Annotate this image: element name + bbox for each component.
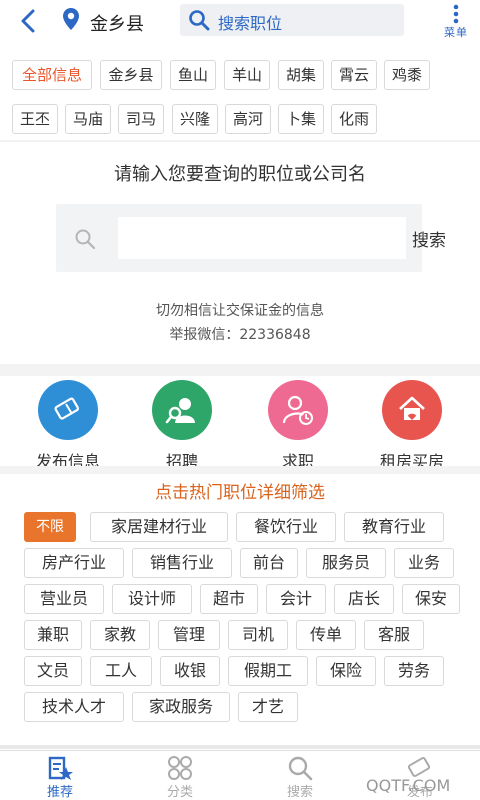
region-tag[interactable]: 羊山	[224, 60, 270, 90]
region-tag[interactable]: 王丕	[12, 104, 58, 134]
job-tag[interactable]: 店长	[334, 584, 394, 614]
search-prompt: 请输入您要查询的职位或公司名	[114, 164, 366, 185]
region-tag[interactable]: 霄云	[331, 60, 377, 90]
region-tag-all[interactable]: 全部信息	[12, 60, 92, 90]
job-tag[interactable]: 管理	[158, 620, 220, 650]
region-tag[interactable]: 金乡县	[100, 60, 162, 90]
quick-action-housing[interactable]: 租房买房	[362, 380, 462, 472]
job-tag[interactable]: 才艺	[238, 692, 298, 722]
search-icon	[288, 756, 313, 781]
nav-label: 搜索	[286, 785, 313, 800]
section-separator	[0, 364, 480, 376]
search-icon	[75, 229, 96, 250]
job-tag[interactable]: 收银	[160, 656, 220, 686]
search-input[interactable]: 搜索职位	[180, 4, 404, 36]
hot-jobs-title: 点击热门职位详细筛选	[155, 483, 325, 503]
job-tag[interactable]: 传单	[296, 620, 356, 650]
more-vertical-icon	[453, 4, 459, 24]
job-tag[interactable]: 家政服务	[132, 692, 230, 722]
report-contact: 举报微信：22336848	[169, 327, 311, 343]
job-tag[interactable]: 技术人才	[24, 692, 124, 722]
region-tag[interactable]: 兴隆	[172, 104, 218, 134]
job-search-box: 搜索	[56, 204, 446, 272]
search-icon	[189, 10, 210, 31]
region-tag[interactable]: 化雨	[331, 104, 377, 134]
person-clock-icon	[268, 380, 328, 440]
safety-warning: 切勿相信让交保证金的信息	[156, 303, 324, 319]
region-tag[interactable]: 马庙	[65, 104, 111, 134]
nav-label: 分类	[166, 785, 193, 800]
job-tag[interactable]: 劳务	[384, 656, 444, 686]
content-divider	[0, 745, 480, 749]
job-tag[interactable]: 餐饮行业	[236, 512, 336, 542]
watermark: QQTF.COM	[366, 776, 451, 795]
quick-action-post[interactable]: 发布信息	[18, 380, 118, 472]
section-separator	[0, 466, 480, 474]
region-tag[interactable]: 高河	[225, 104, 271, 134]
job-tag[interactable]: 客服	[364, 620, 424, 650]
job-tag[interactable]: 司机	[228, 620, 288, 650]
job-tag[interactable]: 工人	[90, 656, 152, 686]
region-tag[interactable]: 司马	[118, 104, 164, 134]
job-tag[interactable]: 假期工	[228, 656, 308, 686]
job-tag[interactable]: 业务	[394, 548, 454, 578]
region-tag[interactable]: 鸡黍	[384, 60, 430, 90]
nav-tab-recommend[interactable]: 推荐	[0, 755, 120, 800]
category-icon	[168, 756, 192, 780]
job-tag[interactable]: 兼职	[24, 620, 82, 650]
job-tag[interactable]: 家教	[90, 620, 150, 650]
region-tag[interactable]: 胡集	[278, 60, 324, 90]
house-icon	[382, 380, 442, 440]
menu-label: 菜单	[444, 26, 468, 39]
nav-tab-search[interactable]: 搜索	[240, 755, 360, 800]
job-tag[interactable]: 营业员	[24, 584, 104, 614]
city-selector[interactable]: 金乡县	[90, 10, 144, 36]
job-tag[interactable]: 超市	[200, 584, 258, 614]
job-tag[interactable]: 房产行业	[24, 548, 124, 578]
job-tag[interactable]: 保安	[402, 584, 460, 614]
quick-action-job-seek[interactable]: 求职	[248, 380, 348, 472]
job-tag[interactable]: 家居建材行业	[90, 512, 228, 542]
menu-button[interactable]: 菜单	[440, 0, 472, 42]
back-arrow-icon[interactable]	[18, 8, 40, 34]
job-tag[interactable]: 文员	[24, 656, 82, 686]
nav-tab-category[interactable]: 分类	[120, 755, 240, 800]
job-search-input[interactable]	[118, 217, 406, 259]
job-tag[interactable]: 会计	[266, 584, 326, 614]
region-tag[interactable]: 卜集	[278, 104, 324, 134]
nav-label: 推荐	[46, 785, 73, 800]
job-tag-any[interactable]: 不限	[24, 512, 76, 542]
edit-icon	[38, 380, 98, 440]
job-tag[interactable]: 设计师	[112, 584, 192, 614]
job-tag[interactable]: 前台	[240, 548, 298, 578]
job-tag[interactable]: 服务员	[306, 548, 386, 578]
quick-action-recruit[interactable]: 招聘	[132, 380, 232, 472]
search-placeholder: 搜索职位	[218, 14, 283, 33]
person-search-icon	[152, 380, 212, 440]
top-bar: 金乡县 搜索职位 菜单	[0, 0, 480, 44]
recommend-icon	[48, 756, 73, 780]
location-pin-icon[interactable]	[62, 7, 80, 31]
job-tag[interactable]: 销售行业	[132, 548, 232, 578]
divider	[0, 140, 480, 142]
job-tag[interactable]: 教育行业	[344, 512, 444, 542]
job-tag[interactable]: 保险	[316, 656, 376, 686]
region-tag[interactable]: 鱼山	[170, 60, 216, 90]
